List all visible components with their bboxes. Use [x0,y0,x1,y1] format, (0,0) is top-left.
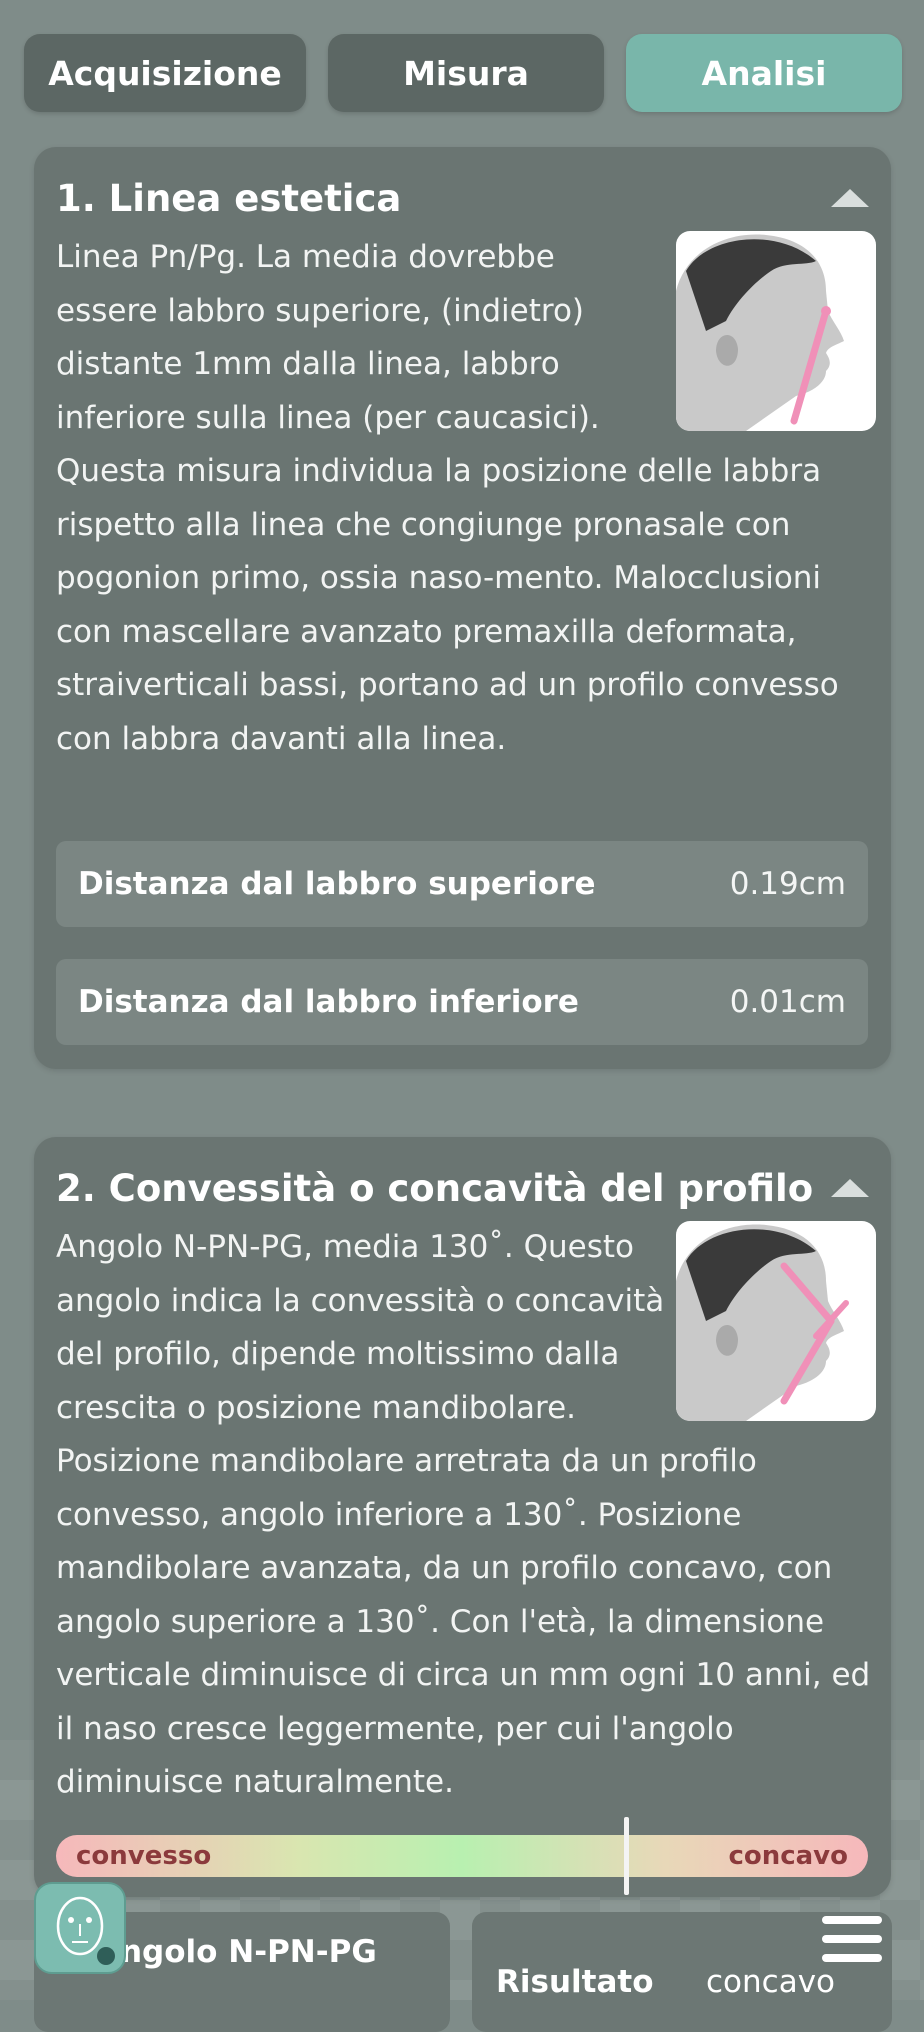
convexity-scale: convesso concavo [56,1835,868,1877]
section-linea-estetica: 1. Linea estetica Linea Pn/Pg. La media … [34,147,891,1069]
measure-value: 0.19cm [729,866,846,902]
measure-label: Distanza dal labbro superiore [78,866,596,902]
tab-bar: Acquisizione Misura Analisi [24,34,902,112]
section-title: 1. Linea estetica [56,177,402,220]
measure-label: Distanza dal labbro inferiore [78,984,579,1020]
scale-marker [624,1817,630,1895]
face-profile-angle-icon [676,1221,876,1421]
angle-label: Angolo N-PN-PG [96,1934,377,1970]
tab-analisi[interactable]: Analisi [626,34,902,112]
scale-right-label: concavo [728,1841,848,1871]
tab-acquisizione[interactable]: Acquisizione [24,34,306,112]
measure-row-upper-lip: Distanza dal labbro superiore 0.19cm [56,841,868,927]
measure-value: 0.01cm [729,984,846,1020]
hamburger-menu-icon[interactable] [822,1916,882,1962]
section-title: 2. Convessità o concavità del profilo [56,1167,814,1210]
scale-left-label: convesso [76,1841,212,1871]
face-scan-icon [56,1896,115,1965]
app-logo-button[interactable] [34,1882,126,1974]
section-description-container: Linea Pn/Pg. La media dovrebbe essere la… [56,231,876,766]
section-convessita: 2. Convessità o concavità del profilo An… [34,1137,891,1897]
result-value: concavo [706,1964,836,2000]
face-profile-line-icon [676,231,876,431]
result-label: Risultato [496,1964,654,2000]
tab-misura[interactable]: Misura [328,34,604,112]
collapse-up-icon[interactable] [831,189,869,207]
measure-row-lower-lip: Distanza dal labbro inferiore 0.01cm [56,959,868,1045]
section-description-container: Angolo N-PN-PG, media 130˚. Questo angol… [56,1221,876,1810]
collapse-up-icon[interactable] [831,1179,869,1197]
